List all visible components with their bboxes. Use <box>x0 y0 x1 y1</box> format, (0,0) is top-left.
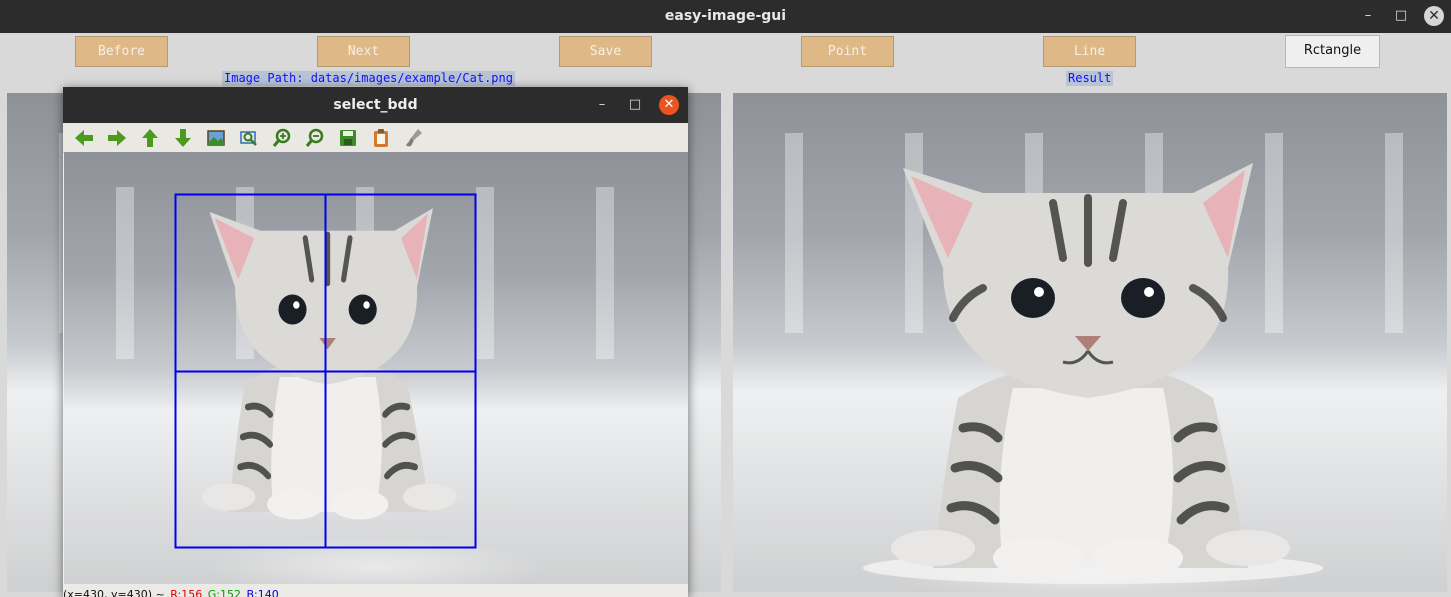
pixel-red-value: R:156 <box>170 588 203 597</box>
pixel-blue-value: B:140 <box>246 588 279 597</box>
window-title: easy-image-gui <box>664 8 787 24</box>
dialog-title-bar: select_bdd – □ ✕ <box>63 87 688 123</box>
zoom-rect-icon[interactable] <box>238 127 260 149</box>
arrow-right-icon[interactable] <box>106 127 128 149</box>
minimize-button[interactable]: – <box>1358 6 1378 26</box>
image-icon[interactable] <box>205 127 227 149</box>
status-bar: (x=430, y=430) ~ R:156 G:152 B:140 <box>63 584 688 597</box>
arrow-down-icon[interactable] <box>172 127 194 149</box>
dialog-toolbar <box>63 123 688 153</box>
select-bdd-dialog: select_bdd – □ ✕ (x=430, y=430) ~ R:156 … <box>63 87 688 597</box>
dialog-maximize-button[interactable]: □ <box>625 95 645 115</box>
dialog-minimize-button[interactable]: – <box>592 95 612 115</box>
bbox-grid <box>174 193 477 549</box>
save-icon[interactable] <box>337 127 359 149</box>
kitten-image <box>863 163 1323 584</box>
close-button[interactable]: ✕ <box>1424 6 1444 26</box>
arrow-left-icon[interactable] <box>73 127 95 149</box>
clipboard-icon[interactable] <box>370 127 392 149</box>
point-button[interactable]: Point <box>801 36 894 67</box>
rectangle-button[interactable]: Rctangle <box>1285 35 1380 68</box>
arrow-up-icon[interactable] <box>139 127 161 149</box>
dialog-close-button[interactable]: ✕ <box>659 95 679 115</box>
annotation-canvas[interactable] <box>64 152 688 584</box>
image-path-label: Image Path: datas/images/example/Cat.png <box>222 71 515 86</box>
zoom-in-icon[interactable] <box>271 127 293 149</box>
brush-icon[interactable] <box>403 127 425 149</box>
zoom-out-icon[interactable] <box>304 127 326 149</box>
before-button[interactable]: Before <box>75 36 168 67</box>
main-title-bar: easy-image-gui – □ ✕ <box>0 0 1451 33</box>
result-image-panel <box>733 93 1447 592</box>
line-button[interactable]: Line <box>1043 36 1136 67</box>
result-label: Result <box>1066 71 1114 86</box>
save-button[interactable]: Save <box>559 36 652 67</box>
cursor-coords: (x=430, y=430) ~ <box>63 588 165 597</box>
main-toolbar: Before Next Save Point Line Rctangle Ima… <box>0 33 1451 93</box>
pixel-green-value: G:152 <box>207 588 241 597</box>
next-button[interactable]: Next <box>317 36 410 67</box>
maximize-button[interactable]: □ <box>1391 6 1411 26</box>
